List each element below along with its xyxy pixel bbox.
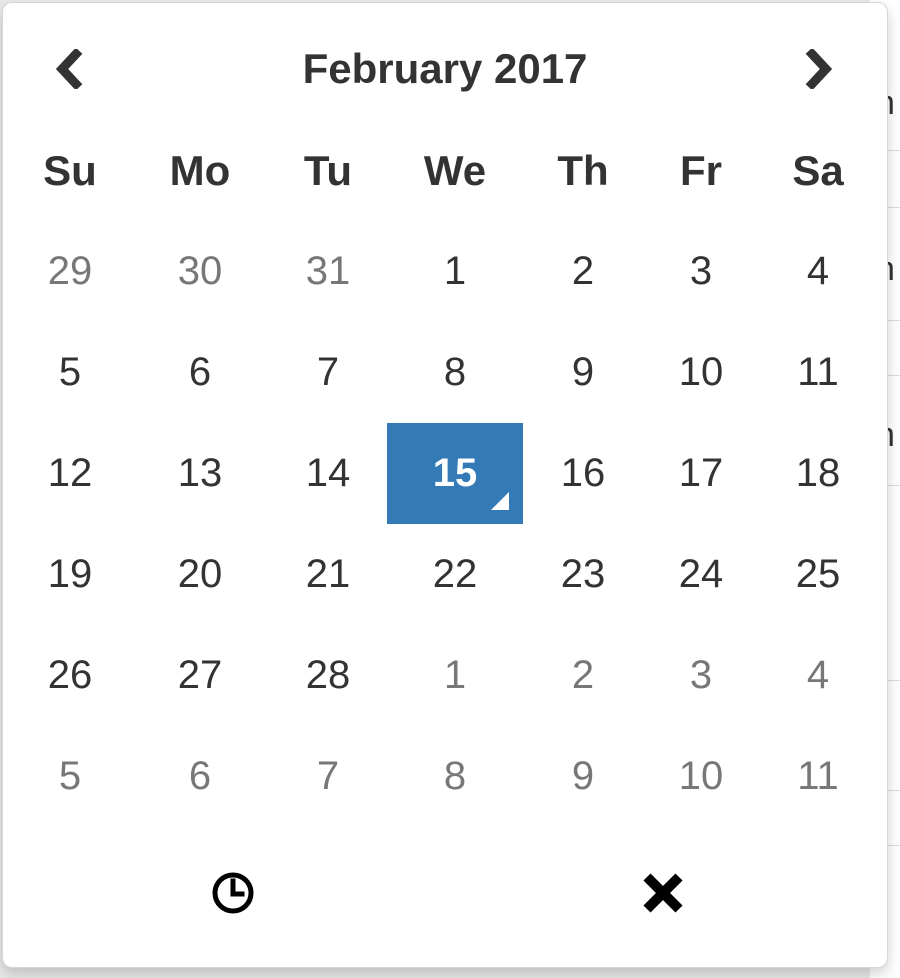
days-grid: 29 30 31 1 2 3 4 5 6 7 8 9 10 11 12 13 14 15 16 17 18 19 20 21 2… (3, 221, 887, 827)
chevron-left-icon (55, 49, 83, 89)
datepicker-footer (3, 851, 887, 935)
day-cell[interactable]: 27 (135, 625, 265, 726)
weekday-header-row: Su Mo Tu We Th Fr Sa (3, 133, 887, 209)
day-cell[interactable]: 6 (135, 322, 265, 423)
day-cell[interactable]: 4 (758, 221, 878, 322)
day-cell[interactable]: 4 (758, 625, 878, 726)
day-cell[interactable]: 9 (523, 726, 643, 827)
day-cell[interactable]: 14 (268, 423, 388, 524)
weekday-header: Sa (792, 147, 844, 194)
day-cell[interactable]: 25 (758, 524, 878, 625)
day-cell[interactable]: 11 (758, 322, 878, 423)
day-cell[interactable]: 22 (387, 524, 523, 625)
day-cell[interactable]: 24 (641, 524, 761, 625)
day-cell[interactable]: 5 (10, 726, 130, 827)
page: n n n February 2017 SuMoTuWeThFrSa 29303… (0, 0, 900, 978)
selected-day-cell[interactable]: 15 (387, 423, 523, 524)
clock-icon (212, 872, 254, 914)
day-cell[interactable]: 23 (523, 524, 643, 625)
day-cell[interactable]: 16 (523, 423, 643, 524)
day-cell[interactable]: 6 (135, 726, 265, 827)
chevron-right-icon (805, 49, 833, 89)
day-cell[interactable]: 26 (10, 625, 130, 726)
day-cell[interactable]: 10 (641, 322, 761, 423)
previous-month-button[interactable] (39, 33, 99, 105)
day-cell[interactable]: 8 (387, 726, 523, 827)
day-cell[interactable]: 9 (523, 322, 643, 423)
weekday-header: Tu (303, 147, 353, 194)
day-cell[interactable]: 3 (641, 625, 761, 726)
today-marker-icon (491, 492, 509, 510)
day-cell[interactable]: 11 (758, 726, 878, 827)
next-month-button[interactable] (789, 33, 849, 105)
day-cell[interactable]: 2 (523, 221, 643, 322)
day-cell[interactable]: 17 (641, 423, 761, 524)
day-cell[interactable]: 19 (10, 524, 130, 625)
day-cell[interactable]: 12 (10, 423, 130, 524)
close-icon (643, 873, 683, 913)
day-cell[interactable]: 28 (268, 625, 388, 726)
day-cell[interactable]: 3 (641, 221, 761, 322)
day-cell[interactable]: 1 (387, 625, 523, 726)
day-cell[interactable]: 31 (268, 221, 388, 322)
day-cell[interactable]: 18 (758, 423, 878, 524)
day-cell[interactable]: 2 (523, 625, 643, 726)
weekday-header: Mo (169, 147, 231, 194)
day-cell[interactable]: 30 (135, 221, 265, 322)
weekday-header: We (423, 147, 487, 194)
day-cell[interactable]: 10 (641, 726, 761, 827)
day-cell[interactable]: 21 (268, 524, 388, 625)
day-cell[interactable]: 8 (387, 322, 523, 423)
day-cell[interactable]: 7 (268, 726, 388, 827)
datepicker-header: February 2017 (3, 33, 887, 105)
day-cell[interactable]: 7 (268, 322, 388, 423)
weekday-header: Th (557, 147, 609, 194)
weekday-header: Su (43, 147, 97, 194)
day-cell[interactable]: 13 (135, 423, 265, 524)
datepicker-popup: February 2017 Su Mo Tu We Th Fr Sa 29 30 31 1 2 3 4 5… (2, 2, 888, 968)
day-cell[interactable]: 20 (135, 524, 265, 625)
month-title[interactable]: February 2017 (203, 33, 687, 105)
day-cell[interactable]: 5 (10, 322, 130, 423)
day-cell[interactable]: 1 (387, 221, 523, 322)
day-cell[interactable]: 29 (10, 221, 130, 322)
weekday-header: Fr (680, 147, 722, 194)
close-button[interactable] (603, 851, 723, 935)
time-picker-toggle-button[interactable] (173, 851, 293, 935)
